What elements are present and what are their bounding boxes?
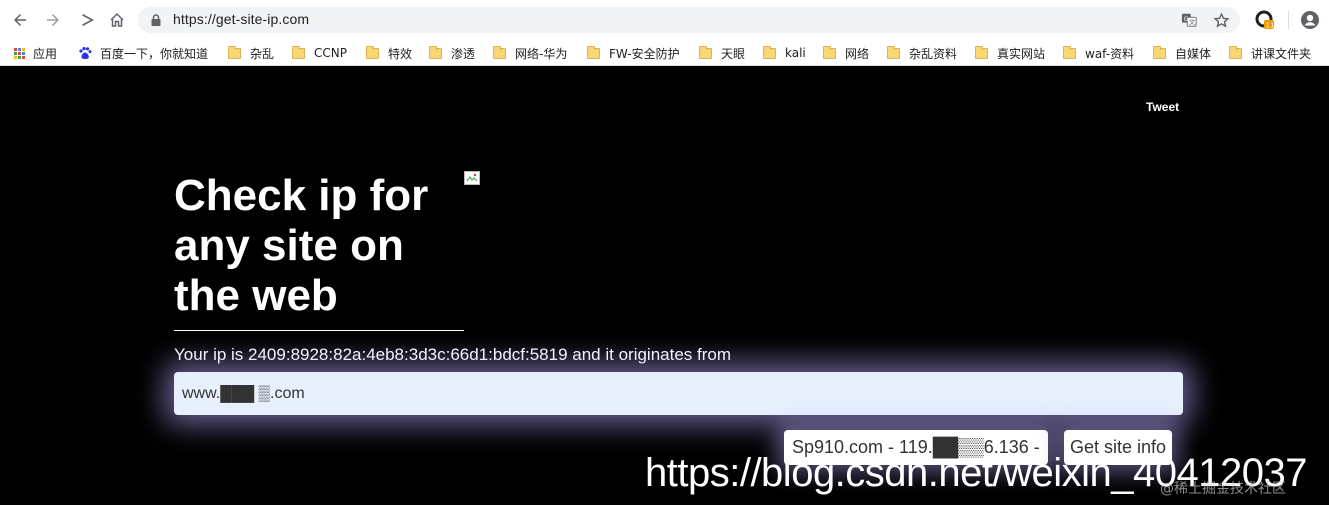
bookmarks-bar: 应用 百度一下，你就知道 杂乱 CCNP 特效 渗透 网络-华为 FW-安全防护…	[0, 40, 1329, 66]
title-line: Check ip for	[174, 171, 429, 220]
bookmark-label: 网络	[845, 46, 870, 61]
lock-icon[interactable]	[149, 13, 163, 27]
folder-icon	[228, 45, 241, 59]
bookmark-label: 讲课文件夹	[1251, 46, 1312, 61]
bookmark-folder[interactable]: CCNP	[292, 44, 347, 62]
folder-icon	[823, 45, 836, 59]
bookmark-label: waf-资料	[1085, 46, 1135, 61]
address-bar[interactable]: https://get-site-ip.com G文	[138, 7, 1240, 33]
folder-icon	[1229, 45, 1242, 59]
folder-icon	[1063, 45, 1076, 59]
folder-icon	[493, 45, 506, 59]
watermark-juejin: @稀土掘金技术社区	[1160, 481, 1286, 497]
bookmark-folder[interactable]: 自媒体	[1153, 44, 1211, 62]
bookmark-label: CCNP	[314, 46, 347, 60]
browser-toolbar: https://get-site-ip.com G文 11	[0, 0, 1329, 40]
bookmark-folder[interactable]: 网络-华为	[493, 44, 567, 62]
title-divider	[174, 330, 464, 331]
bookmark-folder[interactable]: waf-资料	[1063, 44, 1134, 62]
bookmark-label: 网络-华为	[515, 46, 568, 61]
forward-arrow-icon[interactable]	[41, 8, 65, 32]
bookmark-label: 特效	[388, 46, 413, 61]
folder-icon	[1153, 45, 1166, 59]
bookmark-label: 百度一下，你就知道	[100, 46, 209, 61]
bookmark-folder[interactable]: 讲课文件夹	[1229, 44, 1311, 62]
bookmark-folder[interactable]: 天眼	[699, 44, 745, 62]
folder-icon	[763, 45, 776, 59]
title-line: the web	[174, 271, 338, 320]
extension-badge: 11	[1266, 22, 1275, 30]
tweet-link[interactable]: Tweet	[1146, 100, 1179, 114]
bookmark-label: 自媒体	[1175, 46, 1212, 61]
title-line: any site on	[174, 221, 404, 270]
profile-icon[interactable]	[1300, 10, 1320, 30]
bookmark-folder[interactable]: 真实网站	[975, 44, 1045, 62]
folder-icon	[292, 45, 305, 59]
bookmark-apps[interactable]: 应用	[14, 44, 57, 62]
folder-icon	[587, 45, 600, 59]
bookmark-label: 渗透	[451, 46, 476, 61]
bookmark-folder[interactable]: 网络	[823, 44, 869, 62]
svg-text:文: 文	[1189, 18, 1196, 26]
visitor-ip-text: Your ip is 2409:8928:82a:4eb8:3d3c:66d1:…	[174, 345, 732, 364]
bookmark-label: FW-安全防护	[609, 46, 680, 61]
toolbar-separator	[1288, 11, 1289, 29]
baidu-paw-icon	[79, 47, 92, 59]
page-content: Tweet Check ip for any site on the web Y…	[0, 67, 1329, 505]
bookmark-folder[interactable]: 特效	[366, 44, 412, 62]
bookmark-folder[interactable]: 杂乱资料	[887, 44, 957, 62]
star-icon[interactable]	[1212, 11, 1230, 29]
translate-icon[interactable]: G文	[1180, 11, 1198, 29]
folder-icon	[366, 45, 379, 59]
bookmark-folder[interactable]: FW-安全防护	[587, 44, 680, 62]
folder-icon	[699, 45, 712, 59]
bookmark-label: 应用	[33, 46, 58, 61]
folder-icon	[429, 45, 442, 59]
stop-loading-icon[interactable]	[75, 8, 99, 32]
bookmark-baidu[interactable]: 百度一下，你就知道	[78, 44, 208, 62]
bookmark-label: 真实网站	[997, 46, 1046, 61]
back-arrow-icon[interactable]	[8, 8, 32, 32]
home-icon[interactable]	[105, 8, 129, 32]
bookmark-folder[interactable]: 渗透	[429, 44, 475, 62]
broken-image-icon	[464, 171, 480, 185]
apps-icon	[14, 47, 25, 59]
bookmark-label: 天眼	[721, 46, 746, 61]
bookmark-folder[interactable]: 杂乱	[228, 44, 274, 62]
extension-icon[interactable]: 11	[1255, 10, 1275, 30]
bookmark-folder[interactable]: kali	[763, 44, 806, 62]
bookmark-label: 杂乱资料	[909, 46, 958, 61]
bookmark-label: kali	[785, 46, 806, 60]
svg-text:G: G	[1184, 16, 1189, 23]
folder-icon	[975, 45, 988, 59]
page-title: Check ip for any site on the web	[174, 171, 474, 321]
folder-icon	[887, 45, 900, 59]
url-text[interactable]: https://get-site-ip.com	[173, 11, 309, 27]
site-input[interactable]	[174, 372, 1183, 415]
bookmark-label: 杂乱	[250, 46, 275, 61]
